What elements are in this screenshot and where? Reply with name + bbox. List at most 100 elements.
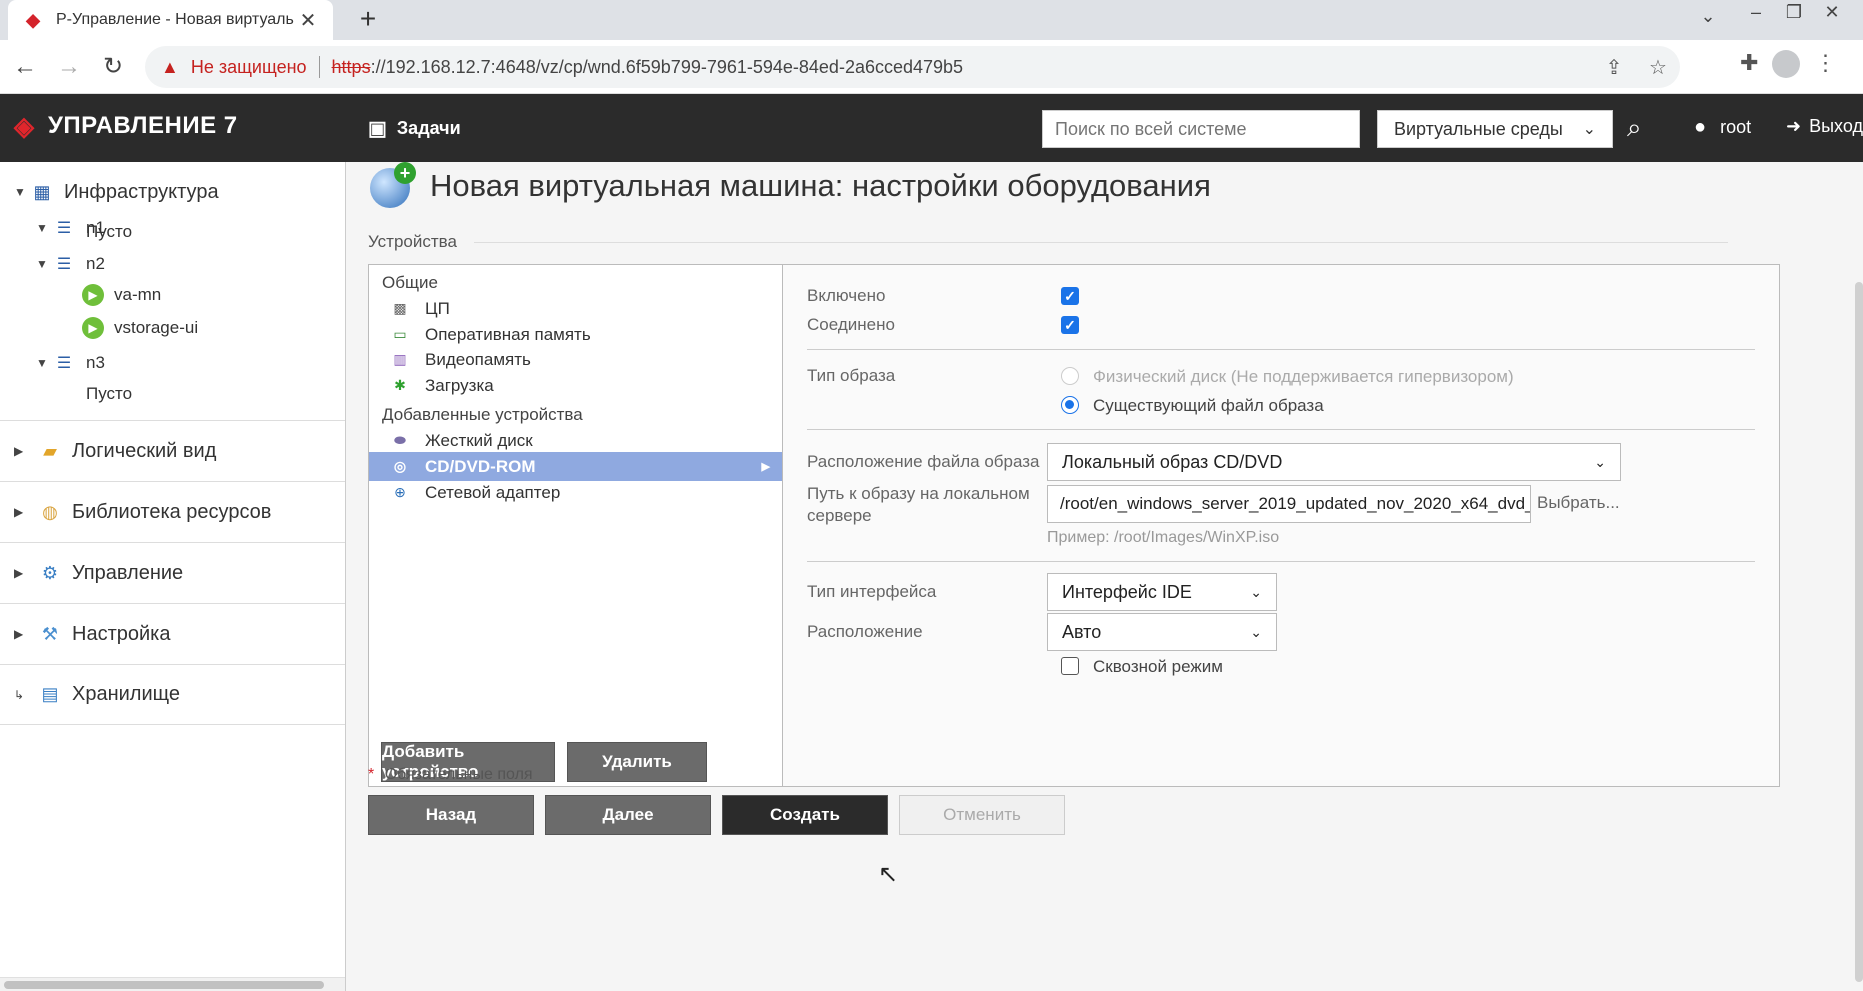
minimize-icon[interactable]: – (1736, 2, 1776, 23)
back-arrow-icon[interactable]: ← (8, 50, 42, 84)
sidebar-item-settings[interactable]: ▶ ⚒ Настройка (0, 603, 345, 664)
device-label: ЦП (425, 298, 450, 318)
device-label: Видеопамять (425, 349, 531, 369)
image-path-input[interactable]: /root/en_windows_server_2019_updated_nov… (1047, 485, 1531, 523)
device-item-video-memory[interactable]: ▥ Видеопамять (369, 345, 782, 374)
caret-down-icon[interactable]: ▼ (14, 185, 30, 199)
tree-node-n2[interactable]: ▼ ☰ n2 (36, 252, 105, 276)
caret-right-icon[interactable]: ▶ (14, 566, 30, 580)
create-button[interactable]: Создать (722, 795, 888, 835)
search-icon[interactable]: ⌕ (1627, 112, 1642, 144)
caret-right-icon[interactable]: ▶ (14, 505, 30, 519)
tasks-label: Задачи (396, 118, 461, 138)
choose-image-link[interactable]: Выбрать... (1537, 493, 1620, 513)
browser-menu-icon[interactable]: ⋮ (1814, 50, 1836, 78)
sidebar-horizontal-scrollbar[interactable] (0, 977, 345, 991)
user-icon: ● (1694, 116, 1707, 138)
scrollbar-thumb[interactable] (4, 981, 324, 989)
not-secure-label[interactable]: Не защищено (191, 57, 307, 78)
sidebar-item-logical-view[interactable]: ▶ ▰ Логический вид (0, 420, 345, 481)
connected-checkbox[interactable]: ✓ (1061, 316, 1079, 334)
interface-type-select[interactable]: Интерфейс IDE ⌄ (1047, 573, 1277, 611)
profile-avatar-icon[interactable] (1772, 50, 1801, 78)
enabled-checkbox[interactable]: ✓ (1061, 287, 1079, 305)
next-button[interactable]: Далее (545, 795, 711, 835)
close-window-icon[interactable]: ✕ (1812, 2, 1852, 23)
sidebar-item-label: Настройка (72, 622, 171, 645)
restore-icon[interactable]: ❐ (1774, 2, 1814, 23)
vm-label: vstorage-ui (114, 318, 199, 337)
tab-search-chevron-icon[interactable]: ⌄ (1688, 6, 1728, 27)
bookmark-star-icon[interactable]: ☆ (1636, 55, 1680, 80)
existing-image-radio[interactable] (1061, 396, 1079, 414)
passthrough-checkbox[interactable] (1061, 657, 1079, 675)
server-icon: ☰ (56, 256, 72, 273)
device-label: Загрузка (425, 375, 494, 395)
app-logo[interactable]: ◈ УПРАВЛЕНИЕ 7 (14, 112, 238, 140)
search-scope-select[interactable]: Виртуальные среды ⌄ (1377, 110, 1613, 148)
physical-disk-radio[interactable] (1061, 367, 1079, 385)
logout-button[interactable]: ➜ Выход (1786, 116, 1863, 137)
location-value: Авто (1062, 621, 1102, 642)
extensions-icon[interactable]: ✚ (1740, 50, 1758, 78)
new-tab-button[interactable]: + (352, 4, 384, 36)
delete-device-button[interactable]: Удалить (567, 742, 707, 782)
main-content: + Новая виртуальная машина: настройки об… (346, 162, 1863, 991)
sidebar-item-storage[interactable]: ↳ ▤ Хранилище (0, 664, 345, 725)
required-star-icon: * (368, 766, 375, 783)
vm-label: va-mn (114, 285, 162, 304)
location-select[interactable]: Авто ⌄ (1047, 613, 1277, 651)
global-search-input[interactable] (1042, 110, 1360, 148)
chevron-down-icon: ⌄ (1250, 623, 1262, 640)
caret-down-icon[interactable]: ▼ (36, 257, 52, 271)
sidebar-item-management[interactable]: ▶ ⚙ Управление (0, 542, 345, 603)
folder-icon: ▰ (43, 440, 57, 461)
device-item-network-adapter[interactable]: ⊕ Сетевой адаптер (369, 478, 782, 507)
reload-icon[interactable]: ↻ (96, 50, 130, 84)
caret-down-icon[interactable]: ▼ (36, 356, 52, 370)
user-menu[interactable]: ● root (1694, 116, 1751, 139)
back-button[interactable]: Назад (368, 795, 534, 835)
logout-icon: ➜ (1786, 116, 1802, 136)
image-type-label: Тип образа (807, 366, 896, 385)
devices-panel: Общие ▩ ЦП ▭ Оперативная память ▥ Видеоп… (368, 264, 1780, 787)
main-vertical-scrollbar[interactable] (1855, 162, 1863, 991)
image-path-example: Пример: /root/Images/WinXP.iso (1047, 529, 1280, 546)
tasks-button[interactable]: ▣ Задачи (368, 116, 461, 141)
tree-empty-n1: Пусто (86, 222, 132, 242)
image-location-select[interactable]: Локальный образ CD/DVD ⌄ (1047, 443, 1621, 481)
subtree-icon[interactable]: ↳ (14, 688, 30, 702)
caret-down-icon[interactable]: ▼ (36, 221, 52, 235)
sidebar-item-label: Хранилище (72, 683, 180, 705)
passthrough-label: Сквозной режим (1093, 657, 1223, 676)
device-item-boot[interactable]: ✱ Загрузка (369, 371, 782, 400)
sidebar-item-label: Инфраструктура (64, 180, 219, 203)
node-label: n3 (86, 353, 105, 372)
caret-right-icon[interactable]: ▶ (14, 627, 30, 641)
sidebar-item-resource-library[interactable]: ▶ ◍ Библиотека ресурсов (0, 481, 345, 542)
sidebar-item-infrastructure[interactable]: ▼ ▦ Инфраструктура (14, 180, 219, 204)
infrastructure-icon: ▦ (33, 181, 51, 202)
tree-node-n3[interactable]: ▼ ☰ n3 (36, 351, 105, 375)
url-text: ://192.168.12.7:4648/vz/cp/wnd.6f59b799-… (370, 56, 964, 77)
share-icon[interactable]: ⇪ (1592, 55, 1636, 80)
close-tab-icon[interactable]: ✕ (297, 8, 319, 33)
address-bar[interactable]: ▲ Не защищено https ://192.168.12.7:4648… (145, 46, 1680, 88)
physical-disk-note: (Не поддерживается гипервизором) (1230, 367, 1514, 386)
caret-right-icon[interactable]: ▶ (14, 444, 30, 458)
device-item-hard-disk[interactable]: ⬬ Жесткий диск (369, 426, 782, 455)
forward-arrow-icon[interactable]: → (52, 50, 86, 84)
tree-vm-vstorage-ui[interactable]: ▶ vstorage-ui (82, 317, 198, 339)
added-devices-category-label: Добавленные устройства (382, 405, 583, 424)
device-item-cd-dvd-rom[interactable]: ◎ CD/DVD-ROM ▶ (369, 452, 782, 481)
tree-vm-va-mn[interactable]: ▶ va-mn (82, 284, 161, 306)
logo-mark-icon: ◈ (14, 111, 35, 141)
scrollbar-thumb[interactable] (1855, 282, 1863, 982)
cpu-icon: ▩ (393, 300, 407, 316)
browser-tab[interactable]: ◆ Р-Управление - Новая виртуаль ✕ (8, 0, 333, 40)
device-item-cpu[interactable]: ▩ ЦП (369, 294, 782, 323)
device-label: CD/DVD-ROM (425, 456, 536, 476)
chevron-down-icon: ⌄ (1250, 583, 1262, 600)
storage-icon: ▤ (41, 684, 59, 704)
cancel-button[interactable]: Отменить (899, 795, 1065, 835)
